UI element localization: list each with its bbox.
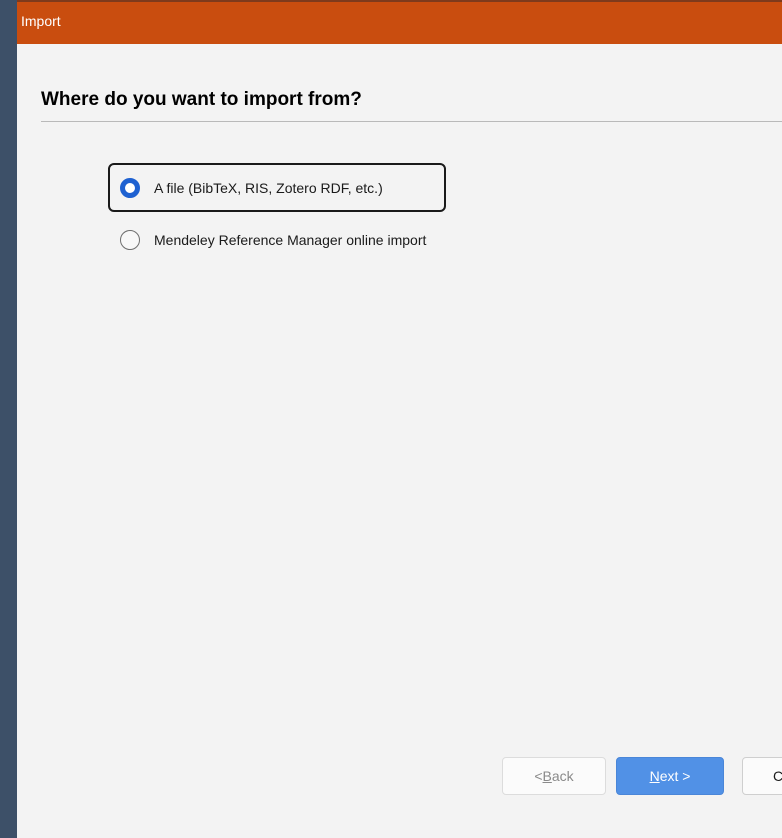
radio-selected-icon[interactable] [120, 177, 140, 198]
page-heading: Where do you want to import from? [41, 89, 362, 110]
option-mendeley-import-label: Mendeley Reference Manager online import [154, 232, 427, 248]
window-title: Import [21, 13, 61, 29]
next-button-rest: ext > [659, 768, 691, 784]
import-dialog: Import Where do you want to import from?… [17, 0, 782, 838]
option-import-file[interactable]: A file (BibTeX, RIS, Zotero RDF, etc.) [108, 163, 446, 212]
title-bar[interactable]: Import [17, 0, 782, 44]
next-button-mnemonic: N [649, 768, 660, 784]
cancel-button[interactable]: Cancel [742, 757, 782, 795]
radio-unselected-icon[interactable] [120, 230, 140, 250]
back-button-prefix: < [534, 768, 543, 784]
option-mendeley-import[interactable]: Mendeley Reference Manager online import [108, 223, 548, 257]
back-button-rest: ack [551, 768, 574, 784]
next-button[interactable]: Next > [616, 757, 724, 795]
option-import-file-label: A file (BibTeX, RIS, Zotero RDF, etc.) [154, 179, 383, 196]
cancel-button-label: Cancel [773, 768, 782, 784]
heading-divider [41, 121, 782, 122]
back-button[interactable]: < Back [502, 757, 606, 795]
back-button-mnemonic: B [542, 768, 552, 784]
